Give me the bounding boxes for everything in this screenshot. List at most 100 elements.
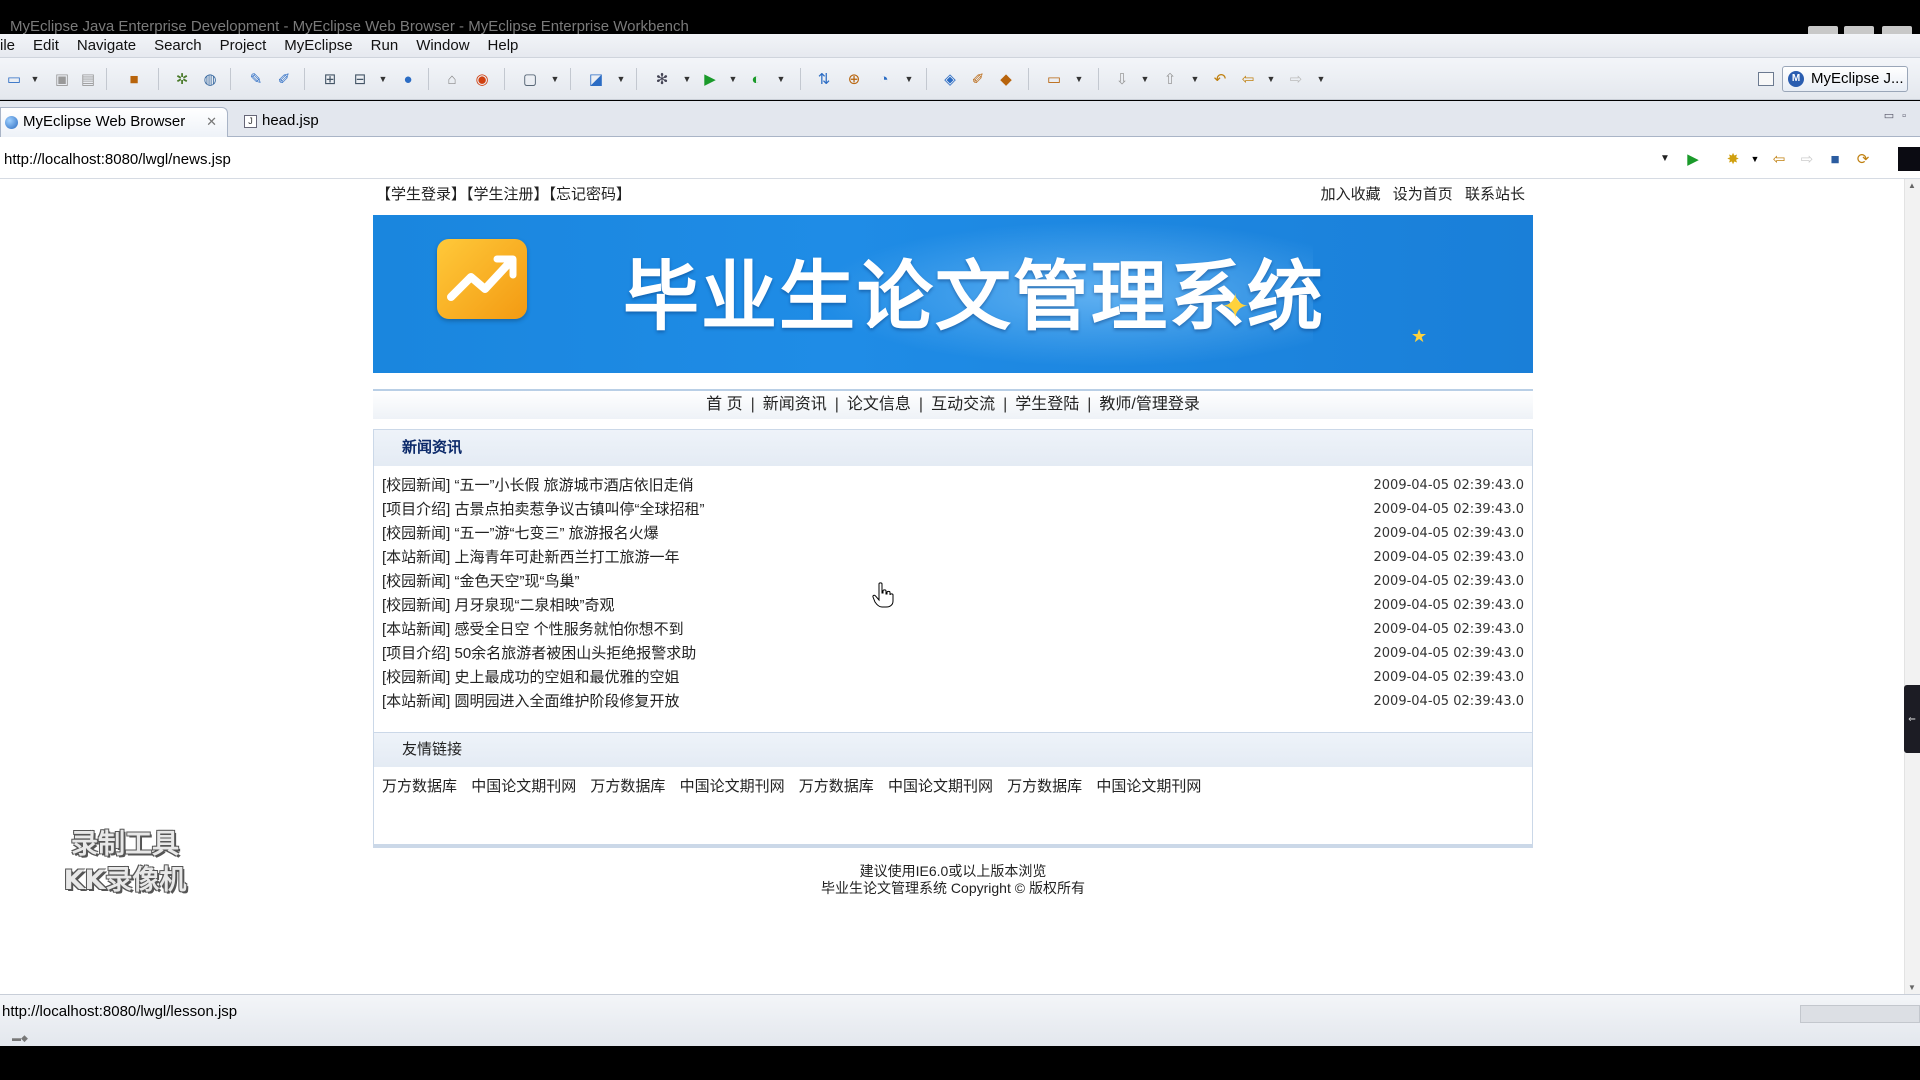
- friend-link[interactable]: 万方数据库: [382, 778, 457, 795]
- refresh-icon[interactable]: ◉: [472, 70, 492, 88]
- run-dropdown-icon[interactable]: ▼: [728, 70, 738, 88]
- news-title[interactable]: [项目介绍] 古景点拍卖惹争议古镇叫停“全球招租”: [382, 498, 705, 522]
- search-edit-icon[interactable]: ✐: [274, 70, 294, 88]
- forward-dropdown-icon[interactable]: ▼: [1316, 70, 1326, 88]
- menu-help[interactable]: Help: [479, 34, 528, 58]
- run-icon[interactable]: ▶: [700, 70, 720, 88]
- open-folder-icon[interactable]: ⌂: [442, 70, 462, 88]
- news-title[interactable]: [校园新闻] 史上最成功的空姐和最优雅的空姐: [382, 666, 680, 690]
- browser-forward-icon[interactable]: ⇨: [1798, 150, 1816, 168]
- news-title[interactable]: [本站新闻] 感受全日空 个性服务就怕你想不到: [382, 618, 684, 642]
- menu-search[interactable]: Search: [145, 34, 211, 58]
- globe-icon[interactable]: ●: [398, 70, 418, 88]
- window-icon[interactable]: ▢: [520, 70, 540, 88]
- next-annotation-icon[interactable]: ⇩: [1112, 70, 1132, 88]
- url-history-dropdown-icon[interactable]: ▼: [1660, 153, 1670, 164]
- set-homepage-link[interactable]: 设为首页: [1393, 186, 1453, 203]
- search-dropdown-icon[interactable]: ▼: [1074, 70, 1084, 88]
- nav-news[interactable]: 新闻资讯: [763, 396, 827, 413]
- friend-link[interactable]: 中国论文期刊网: [888, 778, 993, 795]
- edit-icon[interactable]: ✎: [246, 70, 266, 88]
- news-item[interactable]: [校园新闻] “金色天空”现“鸟巢” 2009-04-05 02:39:43.0: [382, 570, 1524, 594]
- news-title[interactable]: [校园新闻] “五一”游“七变三” 旅游报名火爆: [382, 522, 659, 546]
- close-tab-icon[interactable]: ✕: [206, 108, 217, 136]
- open-task-icon[interactable]: ◆: [996, 70, 1016, 88]
- server-icon[interactable]: ◍: [200, 70, 220, 88]
- package-icon[interactable]: ■: [124, 70, 144, 88]
- forward-icon[interactable]: ⇨: [1286, 70, 1306, 88]
- favorites-icon[interactable]: ✸: [1724, 150, 1742, 168]
- contact-admin-link[interactable]: 联系站长: [1465, 186, 1525, 203]
- open-resource-icon[interactable]: ✐: [968, 70, 988, 88]
- debug-icon[interactable]: ✻: [652, 70, 672, 88]
- browser-refresh-icon[interactable]: ⟳: [1854, 150, 1872, 168]
- friend-link[interactable]: 万方数据库: [799, 778, 874, 795]
- friend-link[interactable]: 中国论文期刊网: [471, 778, 576, 795]
- next-annotation-dropdown-icon[interactable]: ▼: [1140, 70, 1150, 88]
- go-icon[interactable]: ▶: [1684, 150, 1702, 168]
- export-icon[interactable]: ⊟: [350, 70, 370, 88]
- url-input[interactable]: http://localhost:8080/lwgl/news.jsp: [4, 151, 231, 168]
- news-item[interactable]: [项目介绍] 50余名旅游者被困山头拒绝报警求助 2009-04-05 02:39…: [382, 642, 1524, 666]
- friend-link[interactable]: 万方数据库: [1007, 778, 1082, 795]
- nav-interaction[interactable]: 互动交流: [931, 396, 995, 413]
- deploy-icon[interactable]: ✲: [172, 70, 192, 88]
- news-title[interactable]: [校园新闻] “五一”小长假 旅游城市酒店依旧走俏: [382, 474, 694, 498]
- menu-file[interactable]: ile: [0, 34, 24, 58]
- new-package-icon[interactable]: ⊕: [844, 70, 864, 88]
- wizard-icon[interactable]: ⊞: [320, 70, 340, 88]
- menu-project[interactable]: Project: [211, 34, 276, 58]
- close-window-button[interactable]: [1882, 26, 1912, 34]
- new-icon[interactable]: ▭: [4, 70, 24, 88]
- tab-head-jsp[interactable]: J head.jsp: [240, 107, 360, 137]
- menu-edit[interactable]: Edit: [24, 34, 68, 58]
- news-item[interactable]: [校园新闻] 史上最成功的空姐和最优雅的空姐 2009-04-05 02:39:4…: [382, 666, 1524, 690]
- stop-icon[interactable]: ■: [1826, 150, 1844, 168]
- minimize-maximize-icons[interactable]: ▭▫: [1884, 109, 1914, 122]
- tools-dropdown-icon[interactable]: ▼: [616, 70, 626, 88]
- save-icon[interactable]: ▣: [52, 70, 72, 88]
- login-register-links[interactable]: 【学生登录】【学生注册】【忘记密码】: [376, 183, 631, 207]
- news-item[interactable]: [本站新闻] 圆明园进入全面维护阶段修复开放 2009-04-05 02:39:4…: [382, 690, 1524, 714]
- friend-link[interactable]: 万方数据库: [590, 778, 665, 795]
- export-dropdown-icon[interactable]: ▼: [378, 70, 388, 88]
- previous-annotation-dropdown-icon[interactable]: ▼: [1190, 70, 1200, 88]
- new-web-dropdown-icon[interactable]: ▼: [904, 70, 914, 88]
- back-icon[interactable]: ⇦: [1238, 70, 1258, 88]
- new-web-icon[interactable]: ◔: [874, 70, 894, 88]
- menu-myeclipse[interactable]: MyEclipse: [275, 34, 361, 58]
- window-dropdown-icon[interactable]: ▼: [550, 70, 560, 88]
- news-title[interactable]: [校园新闻] “金色天空”现“鸟巢”: [382, 570, 579, 594]
- print-icon[interactable]: ▤: [78, 70, 98, 88]
- back-dropdown-icon[interactable]: ▼: [1266, 70, 1276, 88]
- external-tools-dropdown-icon[interactable]: ▼: [776, 70, 786, 88]
- external-tools-icon[interactable]: ◐: [746, 70, 766, 88]
- news-item[interactable]: [校园新闻] “五一”小长假 旅游城市酒店依旧走俏 2009-04-05 02:3…: [382, 474, 1524, 498]
- maximize-button[interactable]: [1844, 26, 1874, 34]
- scroll-down-icon[interactable]: ▼: [1908, 983, 1916, 992]
- nav-teacher-admin-login[interactable]: 教师/管理登录: [1099, 396, 1199, 413]
- scroll-up-icon[interactable]: ▲: [1908, 181, 1916, 190]
- side-panel-handle[interactable]: ⇐: [1904, 685, 1920, 753]
- browser-back-icon[interactable]: ⇦: [1770, 150, 1788, 168]
- last-edit-icon[interactable]: ↶: [1210, 70, 1230, 88]
- minimize-button[interactable]: [1808, 26, 1838, 34]
- favorites-dropdown-icon[interactable]: ▼: [1746, 150, 1764, 168]
- new-dropdown-icon[interactable]: ▼: [30, 70, 40, 88]
- menu-window[interactable]: Window: [407, 34, 478, 58]
- news-item[interactable]: [校园新闻] “五一”游“七变三” 旅游报名火爆 2009-04-05 02:39…: [382, 522, 1524, 546]
- news-title[interactable]: [本站新闻] 上海青年可赴新西兰打工旅游一年: [382, 546, 680, 570]
- news-title[interactable]: [项目介绍] 50余名旅游者被困山头拒绝报警求助: [382, 642, 696, 666]
- news-item[interactable]: [本站新闻] 上海青年可赴新西兰打工旅游一年 2009-04-05 02:39:4…: [382, 546, 1524, 570]
- new-class-icon[interactable]: ⇅: [814, 70, 834, 88]
- friend-link[interactable]: 中国论文期刊网: [1096, 778, 1201, 795]
- news-title[interactable]: [校园新闻] 月牙泉现“二泉相映”奇观: [382, 594, 615, 618]
- tab-web-browser[interactable]: MyEclipse Web Browser ✕: [0, 107, 228, 137]
- perspective-switcher[interactable]: M MyEclipse J...: [1782, 66, 1908, 92]
- nav-papers[interactable]: 论文信息: [847, 396, 911, 413]
- add-favorite-link[interactable]: 加入收藏: [1321, 186, 1381, 203]
- tools-icon[interactable]: ◪: [586, 70, 606, 88]
- menu-run[interactable]: Run: [362, 34, 408, 58]
- vertical-scrollbar[interactable]: ▲ ▼: [1904, 179, 1920, 994]
- previous-annotation-icon[interactable]: ⇧: [1160, 70, 1180, 88]
